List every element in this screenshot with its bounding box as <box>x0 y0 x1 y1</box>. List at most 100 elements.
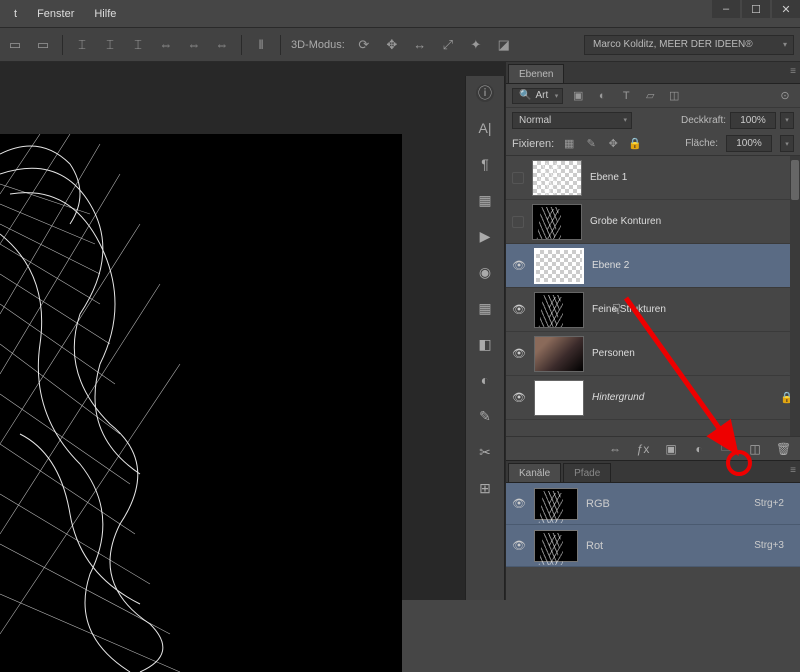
lock-paint-icon[interactable]: ✎ <box>584 137 598 151</box>
layer-name[interactable]: Grobe Konturen <box>590 216 661 227</box>
channel-row[interactable]: 👁 RGB Strg+2 <box>506 483 800 525</box>
actions-panel-icon[interactable]: ▦ <box>475 190 495 210</box>
filter-toggle-icon[interactable]: ⊙ <box>776 87 794 105</box>
layer-row[interactable]: 👁 Hintergrund 🔒 <box>506 376 800 420</box>
paragraph-panel-icon[interactable]: ¶ <box>475 154 495 174</box>
filter-adjust-icon[interactable]: ◐ <box>593 87 611 105</box>
panel-menu-icon[interactable]: ≡ <box>790 66 796 77</box>
visibility-toggle[interactable]: 👁 <box>512 391 526 405</box>
minimize-button[interactable]: – <box>712 0 740 18</box>
brush-panel-icon[interactable]: ✎ <box>475 406 495 426</box>
layer-name[interactable]: Ebene 1 <box>590 172 627 183</box>
layer-name[interactable]: Hintergrund <box>592 392 644 403</box>
tab-ebenen[interactable]: Ebenen <box>508 64 564 83</box>
character-panel-icon[interactable]: A| <box>475 118 495 138</box>
link-layers-icon[interactable]: ⇔ <box>608 442 622 456</box>
layer-thumbnail[interactable] <box>532 160 582 196</box>
align-top-icon[interactable]: ⌶ <box>73 36 91 54</box>
align-icon-2[interactable]: ▭ <box>34 36 52 54</box>
layer-thumbnail[interactable] <box>534 336 584 372</box>
filter-smart-icon[interactable]: ◫ <box>665 87 683 105</box>
menu-hilfe[interactable]: Hilfe <box>84 2 126 26</box>
annotation-circle <box>726 450 752 476</box>
swatches-panel-icon[interactable]: ▦ <box>475 298 495 318</box>
separator <box>241 35 242 55</box>
lock-transparency-icon[interactable]: ▦ <box>562 137 576 151</box>
tab-kanaele[interactable]: Kanäle <box>508 463 561 482</box>
layer-thumbnail[interactable] <box>532 204 582 240</box>
layer-list: Ebene 1 Grobe Konturen 👁 Ebene 2 👁 Feine… <box>506 156 800 436</box>
lock-position-icon[interactable]: ✥ <box>606 137 620 151</box>
layer-name[interactable]: Personen <box>592 348 635 359</box>
color-panel-icon[interactable]: ◉ <box>475 262 495 282</box>
delete-layer-icon[interactable]: 🗑 <box>776 442 790 456</box>
channel-shortcut: Strg+3 <box>754 540 794 551</box>
actions-play-icon[interactable]: ▶ <box>475 226 495 246</box>
layer-row[interactable]: Grobe Konturen <box>506 200 800 244</box>
channel-shortcut: Strg+2 <box>754 498 794 509</box>
filter-image-icon[interactable]: ▣ <box>569 87 587 105</box>
menu-item-t[interactable]: t <box>4 2 27 26</box>
layer-thumbnail[interactable] <box>534 292 584 328</box>
visibility-toggle[interactable] <box>512 216 524 228</box>
fill-dropdown-arrow[interactable]: ▾ <box>780 135 794 152</box>
channel-visibility[interactable]: 👁 <box>512 539 526 553</box>
visibility-toggle[interactable]: 👁 <box>512 303 526 317</box>
lock-all-icon[interactable]: 🔒 <box>628 137 642 151</box>
align-bot-icon[interactable]: ⌶ <box>129 36 147 54</box>
align-mid-icon[interactable]: ⌶ <box>101 36 119 54</box>
adjustment-layer-icon[interactable]: ◐ <box>692 442 706 456</box>
visibility-toggle[interactable] <box>512 172 524 184</box>
distribute-spacing-icon[interactable]: ‖ <box>252 36 270 54</box>
layer-mask-icon[interactable]: ▣ <box>664 442 678 456</box>
layer-thumbnail[interactable] <box>534 380 584 416</box>
layer-row[interactable]: 👁 Feine Strukturen ☟ <box>506 288 800 332</box>
mode3d-orbit-icon[interactable]: ⟳ <box>355 36 373 54</box>
styles-panel-icon[interactable]: ◧ <box>475 334 495 354</box>
visibility-toggle[interactable]: 👁 <box>512 259 526 273</box>
filter-type-icon[interactable]: T <box>617 87 635 105</box>
canvas[interactable] <box>0 134 402 672</box>
opacity-dropdown-arrow[interactable]: ▾ <box>780 112 794 129</box>
workspace-user-dropdown[interactable]: Marco Kolditz, MEER DER IDEEN® <box>584 35 794 55</box>
opacity-input[interactable]: 100% <box>730 112 776 129</box>
panel-menu-icon[interactable]: ≡ <box>790 465 796 476</box>
layer-name[interactable]: Ebene 2 <box>592 260 629 271</box>
toolpreset-panel-icon[interactable]: ✂ <box>475 442 495 462</box>
tab-pfade[interactable]: Pfade <box>563 463 611 482</box>
menu-fenster[interactable]: Fenster <box>27 2 84 26</box>
distribute-icon-3[interactable]: ⇔ <box>213 36 231 54</box>
maximize-button[interactable]: ☐ <box>742 0 770 18</box>
layer-thumbnail[interactable] <box>534 248 584 284</box>
blend-mode-select[interactable]: Normal <box>512 112 632 129</box>
distribute-icon-1[interactable]: ⇔ <box>157 36 175 54</box>
channel-visibility[interactable]: 👁 <box>512 497 526 511</box>
mode3d-cam-icon[interactable]: ◪ <box>495 36 513 54</box>
filter-shape-icon[interactable]: ▱ <box>641 87 659 105</box>
channel-row[interactable]: 👁 Rot Strg+3 <box>506 525 800 567</box>
new-layer-icon[interactable]: ◫ <box>748 442 762 456</box>
layer-row[interactable]: 👁 Ebene 2 <box>506 244 800 288</box>
opacity-label: Deckkraft: <box>681 115 726 126</box>
adjustments-panel-icon[interactable]: ◐ <box>475 370 495 390</box>
layer-name[interactable]: Feine Strukturen <box>592 304 666 315</box>
distribute-icon-2[interactable]: ⇔ <box>185 36 203 54</box>
layer-scrollbar[interactable] <box>790 156 800 436</box>
mode3d-label: 3D-Modus: <box>291 39 345 51</box>
layer-effects-icon[interactable]: ƒx <box>636 442 650 456</box>
close-button[interactable]: ✕ <box>772 0 800 18</box>
clone-panel-icon[interactable]: ⊞ <box>475 478 495 498</box>
user-label: Marco Kolditz, MEER DER IDEEN® <box>593 39 753 50</box>
align-icon[interactable]: ▭ <box>6 36 24 54</box>
fill-input[interactable]: 100% <box>726 135 772 152</box>
info-icon[interactable]: ⓘ <box>476 84 494 102</box>
visibility-toggle[interactable]: 👁 <box>512 347 526 361</box>
channel-name: Rot <box>586 540 603 552</box>
mode3d-scale-icon[interactable]: ⤢ <box>439 36 457 54</box>
mode3d-pan-icon[interactable]: ✥ <box>383 36 401 54</box>
layer-row[interactable]: 👁 Personen <box>506 332 800 376</box>
mode3d-light-icon[interactable]: ✦ <box>467 36 485 54</box>
layer-filter-type-select[interactable]: 🔍 Art <box>512 88 563 104</box>
layer-row[interactable]: Ebene 1 <box>506 156 800 200</box>
mode3d-slide-icon[interactable]: ↔ <box>411 36 429 54</box>
